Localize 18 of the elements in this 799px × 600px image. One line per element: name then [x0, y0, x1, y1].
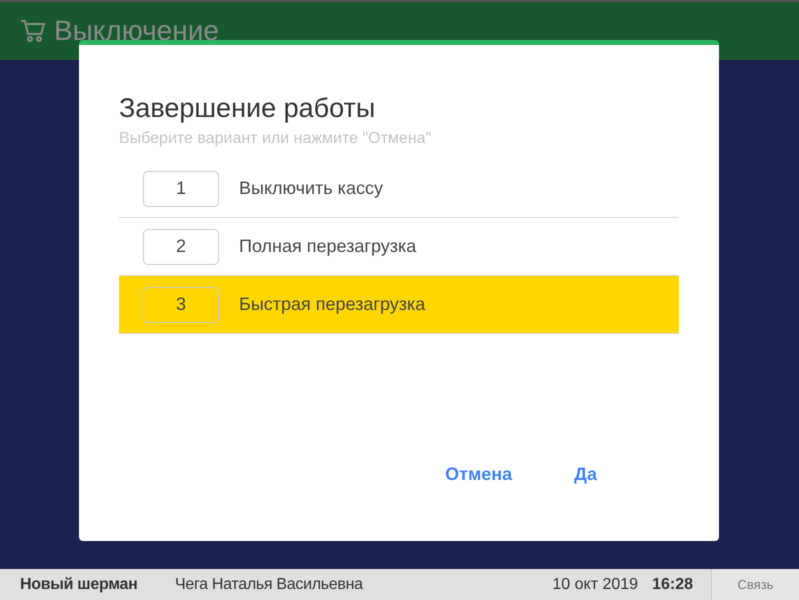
option-label: Выключить кассу: [239, 178, 383, 199]
time-text: 16:28: [652, 576, 693, 594]
screen-title: Выключение: [54, 15, 219, 47]
dialog-button[interactable]: Да: [572, 460, 599, 489]
option-label: Быстрая перезагрузка: [239, 294, 426, 315]
option-key: 3: [143, 286, 219, 322]
dialog-subtitle: Выберите вариант или нажмите "Отмена": [119, 130, 432, 148]
dialog-title: Завершение работы: [119, 93, 376, 124]
option-key: 1: [143, 170, 219, 206]
option-row[interactable]: 3 Быстрая перезагрузка: [119, 276, 679, 334]
dialog-button[interactable]: Отмена: [443, 460, 514, 489]
cashier-name: Чега Наталья Васильевна: [175, 576, 364, 594]
connection-button[interactable]: Связь: [711, 569, 799, 600]
cart-icon: [20, 19, 46, 43]
store-name: Новый шерман: [19, 576, 138, 594]
option-key: 2: [143, 228, 219, 264]
option-label: Полная перезагрузка: [239, 236, 416, 257]
date-text: 10 окт 2019: [552, 576, 638, 594]
